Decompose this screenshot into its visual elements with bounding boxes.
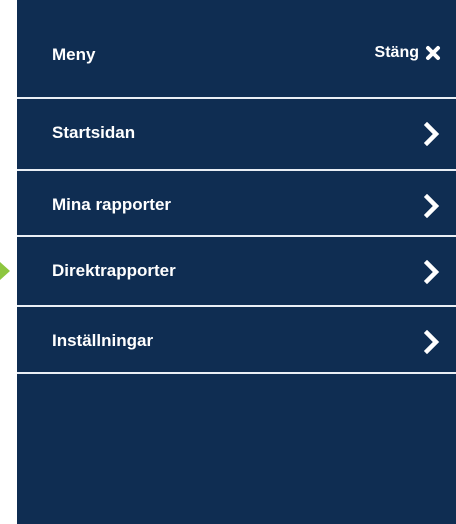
divider	[17, 372, 456, 374]
menu-title: Meny	[52, 45, 96, 64]
menu-item-direktrapporter[interactable]: Direktrapporter	[17, 237, 456, 307]
menu-item-label: Mina rapporter	[52, 195, 172, 214]
menu-item-label: Inställningar	[52, 331, 154, 350]
chevron-right-icon	[424, 122, 440, 146]
page: Meny Stäng Startsidan Mina rapporter Dir…	[0, 0, 456, 524]
close-menu-button[interactable]: Stäng	[375, 42, 441, 64]
close-x-icon	[425, 45, 441, 61]
menu-item-label: Direktrapporter	[52, 261, 176, 280]
chevron-right-icon	[424, 194, 440, 218]
chevron-right-icon	[424, 260, 440, 284]
menu-item-label: Startsidan	[52, 123, 136, 142]
menu-item-mina-rapporter[interactable]: Mina rapporter	[17, 171, 456, 241]
close-label: Stäng	[374, 44, 419, 61]
menu-item-startsidan[interactable]: Startsidan	[17, 99, 456, 169]
menu-panel: Meny Stäng Startsidan Mina rapporter Dir…	[17, 0, 456, 524]
menu-item-installningar[interactable]: Inställningar	[17, 307, 456, 377]
menu-header: Meny Stäng	[17, 0, 456, 97]
active-item-marker	[0, 262, 10, 280]
chevron-right-icon	[424, 330, 440, 354]
